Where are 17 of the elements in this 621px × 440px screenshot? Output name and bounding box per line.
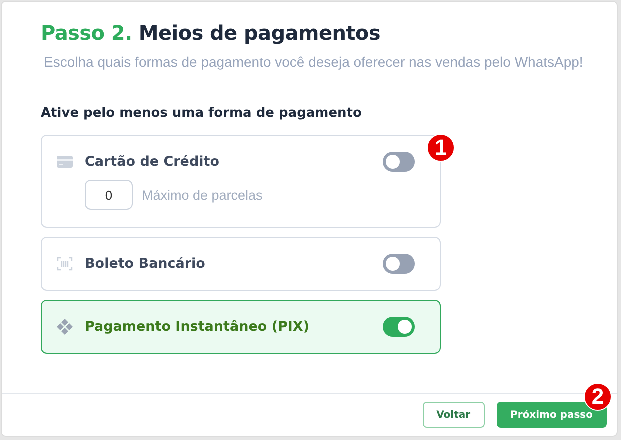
section-title: Ative pelo menos uma forma de pagamento [41, 106, 363, 121]
option-label: Cartão de Crédito [85, 154, 220, 170]
toggle-switch[interactable] [383, 254, 415, 274]
installments-label: Máximo de parcelas [142, 188, 263, 202]
option-label: Pagamento Instantâneo (PIX) [85, 319, 310, 335]
diamond-icon [57, 319, 73, 335]
option-label: Boleto Bancário [85, 256, 206, 272]
subtitle: Escolha quais formas de pagamento você deseja oferecer nas vendas pelo WhatsApp! [44, 54, 584, 70]
step-marker-badge: 2 [584, 383, 612, 411]
card-icon [57, 156, 73, 168]
installments-field[interactable]: 0 [85, 180, 133, 210]
toggle-switch[interactable] [383, 317, 415, 337]
barcode-icon [57, 257, 73, 271]
toggle-switch[interactable] [383, 152, 415, 172]
page-title: Passo 2. Meios de pagamentos [41, 20, 382, 47]
step-marker-badge: 1 [427, 134, 455, 162]
back-button[interactable]: Voltar [422, 402, 485, 428]
